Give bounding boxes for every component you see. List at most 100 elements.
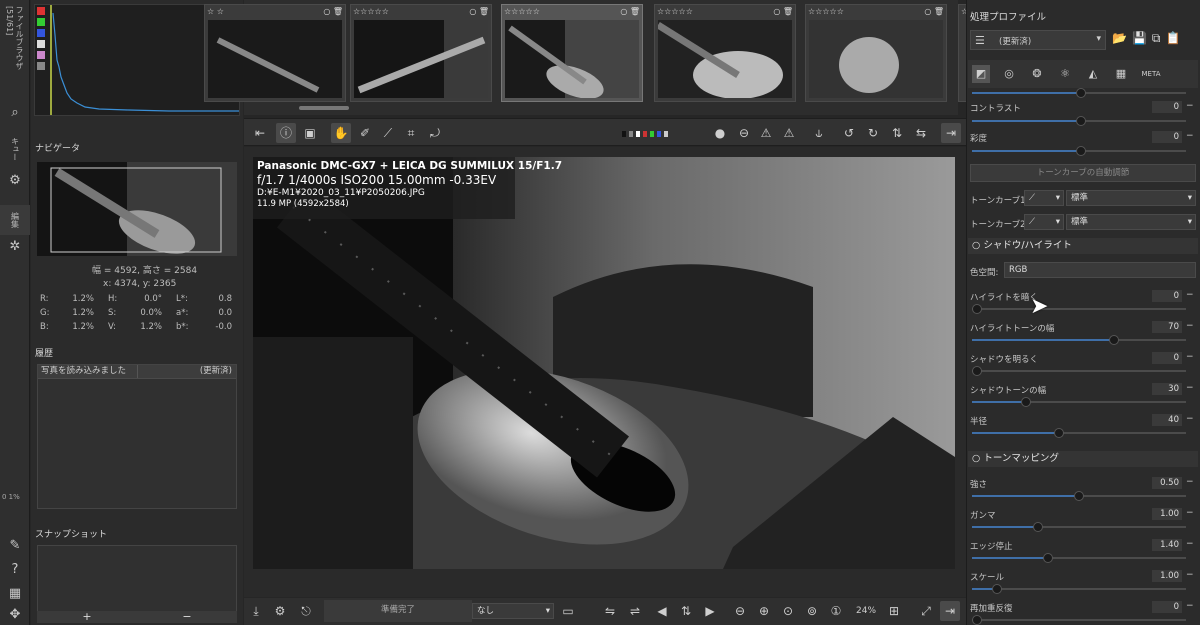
filmstrip-thumb[interactable]: ☆☆☆☆☆ ○ 🗑 <box>654 4 796 102</box>
hide-panel-icon[interactable]: ⇥ <box>940 601 960 621</box>
contrast-slider[interactable] <box>972 116 1186 126</box>
navigator-preview[interactable] <box>37 162 237 256</box>
slider-value[interactable]: 70 <box>1152 321 1182 333</box>
transform-tab-icon[interactable]: ◭ <box>1084 65 1102 83</box>
tone-curve-2-mode[interactable]: 標準 ▾ <box>1066 214 1196 230</box>
slider-value[interactable]: 0 <box>1152 352 1182 364</box>
slider-knob[interactable] <box>972 615 982 625</box>
slider-track[interactable] <box>972 88 1186 98</box>
flip-vertical-icon[interactable]: ⇅ <box>887 123 907 143</box>
saturation-slider[interactable] <box>972 146 1186 156</box>
meta-tab-icon[interactable]: META <box>1140 65 1162 83</box>
white-balance-picker-icon[interactable]: ✐ <box>355 123 375 143</box>
tab-editor[interactable]: 編集 <box>0 205 30 235</box>
move-icon[interactable]: ✥ <box>6 606 24 624</box>
slider-value[interactable]: 0 <box>1152 290 1182 302</box>
slider-track[interactable] <box>972 615 1186 625</box>
grid-icon[interactable]: ▦ <box>6 585 24 603</box>
flip-horizontal-icon[interactable]: ⇆ <box>911 123 931 143</box>
slider-knob[interactable] <box>972 304 982 314</box>
green-channel-toggle[interactable] <box>37 18 45 26</box>
slider-track[interactable] <box>972 491 1186 501</box>
slider-reset[interactable]: − <box>1186 570 1194 580</box>
history-row[interactable]: 写真を読み込みました (更新済) <box>38 365 236 379</box>
help-icon[interactable]: ? <box>6 561 24 579</box>
info-icon[interactable]: ⓘ <box>276 123 296 143</box>
slider-knob[interactable] <box>1020 397 1031 407</box>
prev-image-icon[interactable]: ◀ <box>652 601 672 621</box>
luminance-toggle[interactable] <box>37 40 45 48</box>
exposure-tab-icon[interactable]: ◩ <box>972 65 990 83</box>
red-channel-toggle[interactable] <box>37 7 45 15</box>
filmstrip-thumb[interactable]: ☆☆☆☆☆ ○ 🗑 <box>805 4 947 102</box>
color-tab-icon[interactable]: ❂ <box>1028 65 1046 83</box>
straighten-icon[interactable]: ⟋ <box>378 123 398 143</box>
slider-value[interactable]: 1.00 <box>1152 508 1182 520</box>
hide-left-panel-icon[interactable]: ⇤ <box>250 123 270 143</box>
colorspace-select[interactable]: RGB <box>1004 262 1196 278</box>
slider-track[interactable] <box>972 366 1186 376</box>
fullscreen-icon[interactable]: ⤢ <box>916 601 936 621</box>
tab-file-browser[interactable]: ファイルブラウザ [51/61] <box>0 6 30 96</box>
detail-tab-icon[interactable]: ◎ <box>1000 65 1018 83</box>
slider-knob[interactable] <box>1053 428 1064 438</box>
focus-mask-icon[interactable]: ● <box>710 123 730 143</box>
tab-queue[interactable]: キュー <box>0 134 30 164</box>
slider-track[interactable] <box>972 428 1186 438</box>
slider-reset[interactable]: − <box>1186 508 1194 518</box>
slider-value[interactable]: 30 <box>1152 383 1182 395</box>
gear-icon[interactable]: ⚙ <box>6 172 24 190</box>
snapshot-add-button[interactable]: + <box>37 611 137 623</box>
slider-reset[interactable]: − <box>1186 414 1194 424</box>
sync-icon[interactable]: ⇅ <box>676 601 696 621</box>
filter-select[interactable]: なし ▾ <box>472 603 554 619</box>
save-profile-icon[interactable]: 💾 <box>1132 31 1152 45</box>
warning-filled-icon[interactable]: ⚠ <box>779 123 799 143</box>
slider-knob[interactable] <box>1108 335 1119 345</box>
slider-track[interactable] <box>972 304 1186 314</box>
external-editor-icon[interactable]: ⎋ <box>296 601 316 621</box>
channel-indicators[interactable] <box>622 131 668 137</box>
open-profile-icon[interactable]: 📂 <box>1112 31 1132 45</box>
raw-tab-icon[interactable]: ▦ <box>1112 65 1130 83</box>
before-after-icon[interactable]: ▣ <box>300 123 320 143</box>
zoom-100-icon[interactable]: ① <box>826 601 846 621</box>
hide-right-panel-icon[interactable]: ⇥ <box>941 123 961 143</box>
search-icon[interactable]: ⌕ <box>6 104 24 122</box>
transform-icon[interactable]: ⤾ <box>425 123 445 143</box>
warning-icon[interactable]: ⚠ <box>756 123 776 143</box>
blue-channel-toggle[interactable] <box>37 29 45 37</box>
slider-value[interactable]: 1.00 <box>1152 570 1182 582</box>
auto-tone-curve-button[interactable]: トーンカーブの自動調節 <box>970 164 1196 182</box>
tone-mapping-header[interactable]: ○ トーンマッピング <box>968 451 1198 467</box>
chroma-toggle[interactable] <box>37 51 45 59</box>
slider-knob[interactable] <box>1074 491 1084 501</box>
raw-toggle[interactable] <box>37 62 45 70</box>
copy-profile-icon[interactable]: ⧉ <box>1152 31 1166 45</box>
slider-value[interactable]: 40 <box>1152 414 1182 426</box>
saturation-value[interactable]: 0 <box>1152 131 1182 143</box>
rotate-left-icon[interactable]: ↺ <box>839 123 859 143</box>
compare-icon[interactable]: ⇋ <box>600 601 620 621</box>
slider-reset[interactable]: − <box>1186 477 1194 487</box>
next-image-icon[interactable]: ▶ <box>700 601 720 621</box>
slider-value[interactable]: 1.40 <box>1152 539 1182 551</box>
profile-select[interactable]: ☰ (更新済) ▾ <box>970 30 1106 50</box>
zoom-out-icon[interactable]: ⊖ <box>730 601 750 621</box>
contrast-value[interactable]: 0 <box>1152 101 1182 113</box>
slider-reset[interactable]: − <box>1186 290 1194 300</box>
filmstrip-thumb[interactable]: ☆☆☆☆☆ ○ 🗑 <box>350 4 492 102</box>
slider-track[interactable] <box>972 335 1186 345</box>
slider-knob[interactable] <box>972 366 982 376</box>
snapshot-remove-button[interactable]: − <box>137 611 237 623</box>
filmstrip-thumb[interactable]: ☆ ☆ ○ 🗑 <box>204 4 346 102</box>
filmstrip-thumb-selected[interactable]: ☆☆☆☆☆ ○ 🗑 <box>501 4 643 102</box>
rotate-right-icon[interactable]: ↻ <box>863 123 883 143</box>
slider-track[interactable] <box>972 584 1186 594</box>
clip-shadow-icon[interactable]: ⊖ <box>734 123 754 143</box>
slider-track[interactable] <box>972 553 1186 563</box>
folder-icon[interactable]: ▭ <box>558 601 578 621</box>
zoom-fit-icon[interactable]: ⊙ <box>778 601 798 621</box>
saturation-reset[interactable]: − <box>1186 131 1194 141</box>
advanced-tab-icon[interactable]: ⚛ <box>1056 65 1074 83</box>
